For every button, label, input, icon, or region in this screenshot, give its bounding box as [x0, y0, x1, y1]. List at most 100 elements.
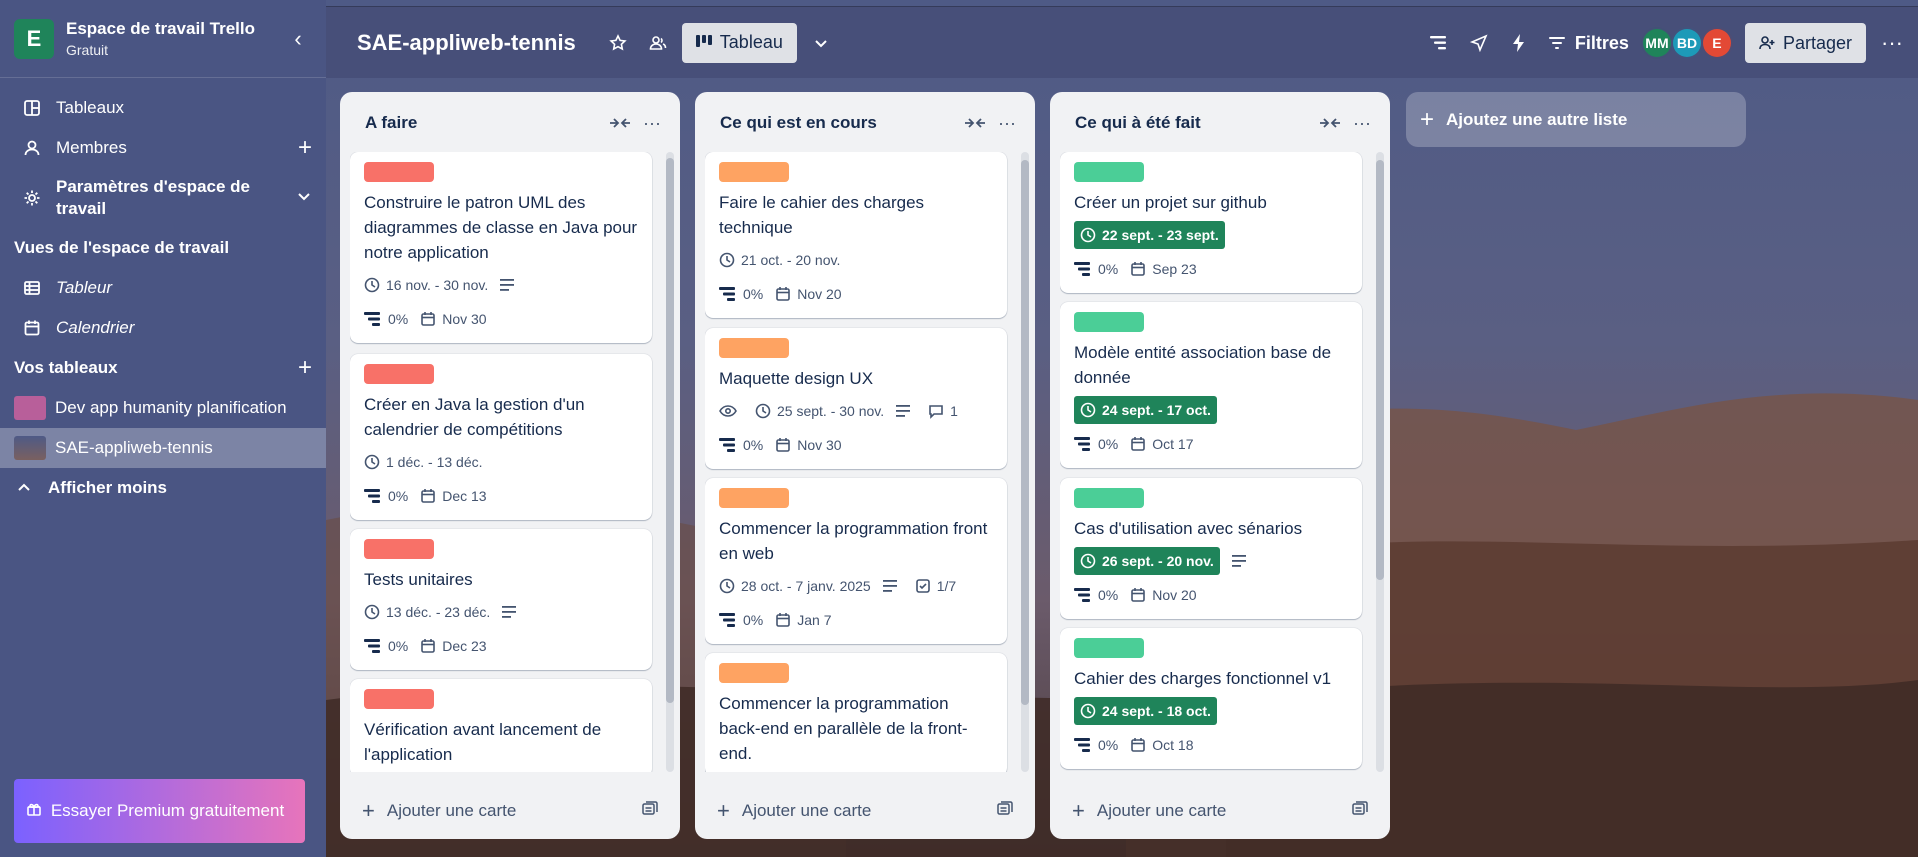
date-badge[interactable]: 21 oct. - 20 nov.	[719, 246, 840, 274]
template-icon[interactable]	[997, 800, 1013, 822]
scrollbar-thumb[interactable]	[666, 158, 674, 703]
card[interactable]: Cahier des charges fonctionnel v1 24 sep…	[1060, 628, 1362, 769]
sidebar-item-members[interactable]: Membres +	[0, 128, 326, 168]
list-menu-icon[interactable]: ···	[1346, 107, 1378, 139]
card[interactable]: Faire le cahier des charges technique 21…	[705, 152, 1007, 318]
sidebar-item-calendar-view[interactable]: Calendrier	[0, 308, 326, 348]
add-card-button[interactable]: + Ajouter une carte	[1072, 798, 1352, 824]
due-badge[interactable]: Dec 23	[420, 632, 487, 660]
card[interactable]: Maquette design UX 25 sept. - 30 nov. 1 …	[705, 328, 1007, 469]
sidebar-item-board-dev-app[interactable]: Dev app humanity planification	[0, 388, 326, 428]
scrollbar-thumb[interactable]	[1021, 160, 1029, 705]
due-badge[interactable]: Oct 18	[1130, 731, 1193, 759]
collapse-list-icon[interactable]	[1314, 107, 1346, 139]
more-icon[interactable]: ···	[1872, 23, 1912, 63]
sidebar-item-boards[interactable]: Tableaux	[0, 88, 326, 128]
try-premium-button[interactable]: Essayer Premium gratuitement	[14, 779, 305, 843]
card-label[interactable]	[1074, 488, 1144, 508]
due-badge[interactable]: Nov 20	[1130, 581, 1197, 609]
card[interactable]: Commencer la programmation front en web …	[705, 478, 1007, 644]
power-ups-icon[interactable]	[1419, 23, 1459, 63]
board-title[interactable]: SAE-appliweb-tennis	[357, 30, 576, 56]
share-button[interactable]: Partager	[1744, 23, 1866, 63]
card-label[interactable]	[719, 162, 789, 182]
card-label[interactable]	[719, 488, 789, 508]
card[interactable]: Créer un projet sur github 22 sept. - 23…	[1060, 152, 1362, 293]
automation-icon[interactable]	[1499, 23, 1539, 63]
rocket-icon[interactable]	[1459, 23, 1499, 63]
sidebar-item-table-view[interactable]: Tableur	[0, 268, 326, 308]
card-label[interactable]	[364, 162, 434, 182]
card-label[interactable]	[364, 364, 434, 384]
add-card-button[interactable]: + Ajouter une carte	[362, 798, 642, 824]
avatar[interactable]: MM	[1640, 27, 1673, 59]
avatar[interactable]: BD	[1670, 27, 1703, 59]
list-header[interactable]: Ce qui à été fait ···	[1050, 92, 1390, 154]
sidebar-item-board-sae[interactable]: SAE-appliweb-tennis	[0, 428, 326, 468]
date-badge[interactable]: 28 oct. - 7 janv. 2025	[719, 572, 871, 600]
card[interactable]: Tests unitaires 13 déc. - 23 déc. 0% Dec…	[350, 529, 652, 670]
due-badge[interactable]: Nov 20	[775, 280, 842, 308]
card-label[interactable]	[1074, 312, 1144, 332]
card-label[interactable]	[719, 338, 789, 358]
workspace-info[interactable]: Espace de travail Trello Gratuit	[66, 19, 284, 58]
workspace-logo[interactable]: E	[14, 18, 54, 59]
table-icon	[22, 278, 42, 298]
collapse-list-icon[interactable]	[604, 107, 636, 139]
date-badge[interactable]: 1 déc. - 13 déc.	[364, 448, 483, 476]
due-badge[interactable]: Jan 7	[775, 606, 831, 634]
show-less-toggle[interactable]: Afficher moins	[0, 468, 326, 508]
chevron-down-icon[interactable]	[801, 23, 841, 63]
date-badge-complete[interactable]: 26 sept. - 20 nov.	[1074, 547, 1220, 575]
due-badge[interactable]: Nov 30	[420, 305, 487, 333]
view-switcher-button[interactable]: Tableau	[681, 22, 797, 63]
chevron-down-icon[interactable]	[296, 188, 312, 209]
list-header[interactable]: A faire ···	[340, 92, 680, 154]
scrollbar-thumb[interactable]	[1376, 160, 1384, 580]
template-icon[interactable]	[1352, 800, 1368, 822]
sidebar-item-settings[interactable]: Paramètres d'espace de travail	[0, 168, 326, 228]
list-title[interactable]: A faire	[365, 113, 604, 133]
progress-badge: 0%	[1074, 255, 1118, 283]
avatar[interactable]: E	[1700, 27, 1733, 59]
add-list-button[interactable]: + Ajoutez une autre liste	[1406, 92, 1746, 147]
add-board-icon[interactable]: +	[298, 356, 312, 380]
card-label[interactable]	[719, 663, 789, 683]
list-title[interactable]: Ce qui à été fait	[1075, 113, 1314, 133]
card[interactable]: Créer en Java la gestion d'un calendrier…	[350, 354, 652, 520]
list-menu-icon[interactable]: ···	[991, 107, 1023, 139]
card[interactable]: Cas d'utilisation avec sénarios 26 sept.…	[1060, 478, 1362, 619]
card[interactable]: Construire le patron UML des diagrammes …	[350, 152, 652, 343]
card-label[interactable]	[364, 689, 434, 709]
star-icon[interactable]	[598, 23, 638, 63]
progress-icon	[1074, 262, 1090, 276]
card-label[interactable]	[364, 539, 434, 559]
add-card-button[interactable]: + Ajouter une carte	[717, 798, 997, 824]
card[interactable]: Commencer la programmation back-end en p…	[705, 653, 1007, 772]
due-badge[interactable]: Sep 23	[1130, 255, 1197, 283]
add-member-icon[interactable]: +	[298, 136, 312, 160]
filters-label: Filtres	[1574, 32, 1629, 53]
list-menu-icon[interactable]: ···	[636, 107, 668, 139]
card-label[interactable]	[1074, 162, 1144, 182]
date-badge-complete[interactable]: 24 sept. - 17 oct.	[1074, 396, 1217, 424]
collapse-sidebar-icon[interactable]: ‹	[284, 26, 312, 52]
date-badge[interactable]: 25 sept. - 30 nov.	[755, 397, 884, 425]
date-badge-complete[interactable]: 24 sept. - 18 oct.	[1074, 697, 1217, 725]
date-range: 24 sept. - 18 oct.	[1102, 703, 1211, 719]
list-title[interactable]: Ce qui est en cours	[720, 113, 959, 133]
due-badge[interactable]: Dec 13	[420, 482, 487, 510]
date-badge-complete[interactable]: 22 sept. - 23 sept.	[1074, 221, 1225, 249]
card-label[interactable]	[1074, 638, 1144, 658]
date-badge[interactable]: 16 nov. - 30 nov.	[364, 271, 488, 299]
date-badge[interactable]: 13 déc. - 23 déc.	[364, 598, 490, 626]
due-badge[interactable]: Nov 30	[775, 431, 842, 459]
due-badge[interactable]: Oct 17	[1130, 430, 1193, 458]
card[interactable]: Modèle entité association base de donnée…	[1060, 302, 1362, 468]
filters-button[interactable]: Filtres	[1548, 32, 1629, 54]
card[interactable]: Vérification avant lancement de l'applic…	[350, 679, 652, 772]
collapse-list-icon[interactable]	[959, 107, 991, 139]
visibility-icon[interactable]	[638, 23, 678, 63]
list-header[interactable]: Ce qui est en cours ···	[695, 92, 1035, 154]
template-icon[interactable]	[642, 800, 658, 822]
